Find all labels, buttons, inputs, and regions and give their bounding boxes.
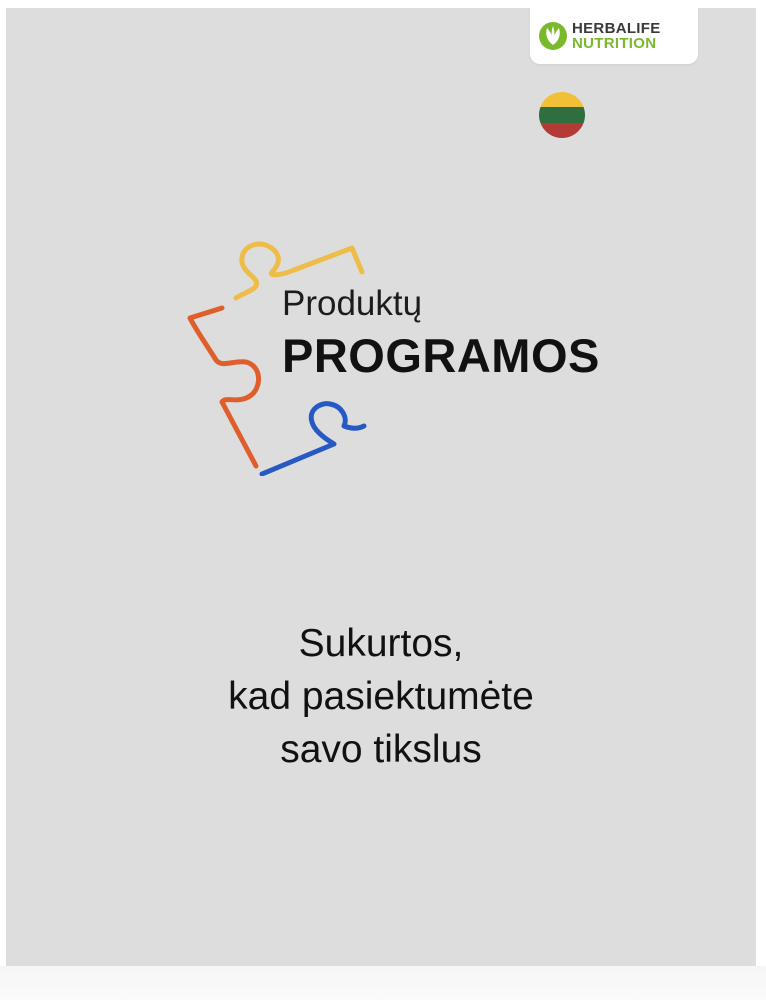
logo-title-small: Produktų xyxy=(282,284,423,323)
tagline-line: Sukurtos, xyxy=(298,622,464,665)
flag-stripe-yellow xyxy=(539,92,585,108)
flag-stripe-green xyxy=(539,107,585,123)
puzzle-piece-orange xyxy=(187,305,261,469)
herbalife-logo: HERBALIFE NUTRITION xyxy=(530,8,698,64)
brand-subname: NUTRITION xyxy=(572,35,657,52)
tagline: Sukurtos, kad pasiektumėte savo tikslus xyxy=(6,617,756,776)
flag-stripe-red xyxy=(539,122,585,138)
page-bottom-edge xyxy=(0,966,766,1000)
puzzle-piece-blue xyxy=(259,401,367,476)
lithuania-flag-icon xyxy=(539,92,585,138)
logo-title-large: PROGRAMOS xyxy=(282,329,600,382)
tagline-line: savo tikslus xyxy=(280,728,482,771)
tagline-line: kad pasiektumėte xyxy=(228,675,534,718)
document-page: HERBALIFE NUTRITION Produktų PROGRAMOS S… xyxy=(6,8,756,966)
herbalife-leaf-icon xyxy=(539,22,567,50)
